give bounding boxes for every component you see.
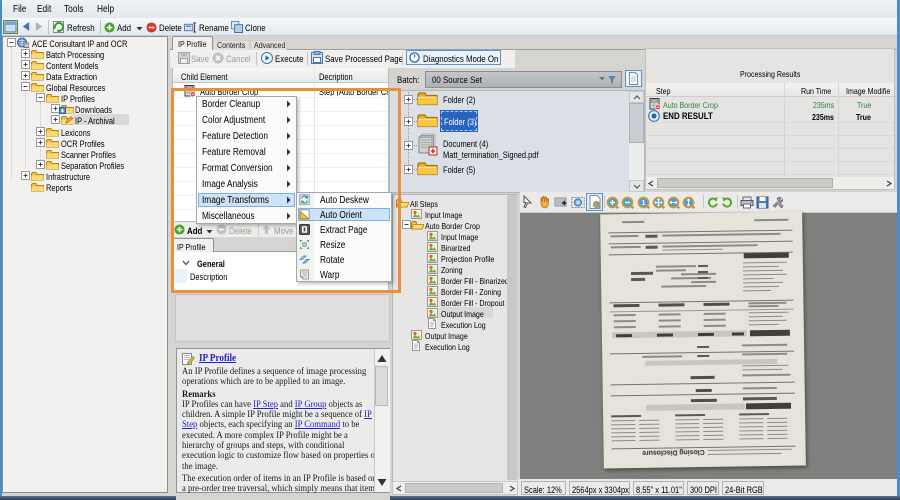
- svg-text:1: 1: [641, 198, 645, 207]
